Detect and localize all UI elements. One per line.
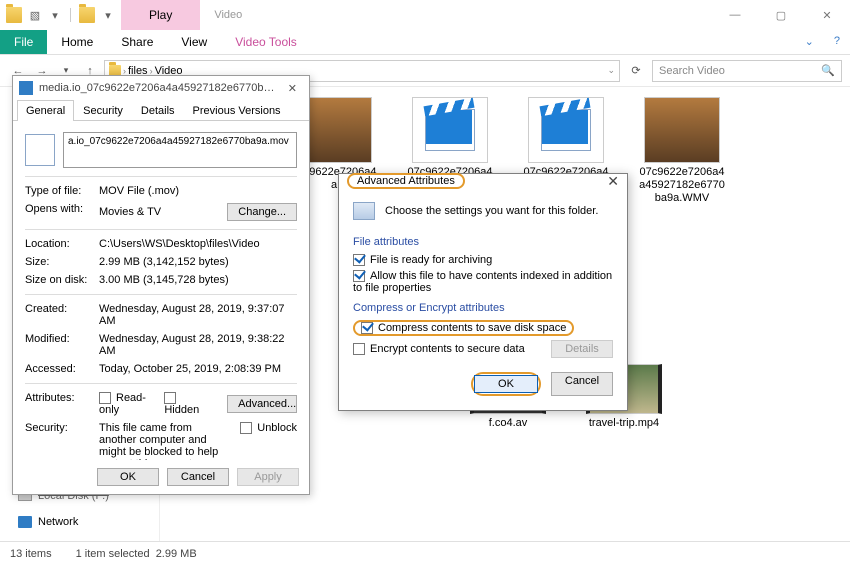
filetype-icon	[25, 134, 55, 166]
apply-button[interactable]: Apply	[237, 468, 299, 486]
title-video-label: Video	[200, 0, 256, 30]
sizeondisk-label: Size on disk:	[25, 274, 99, 286]
close-button[interactable]: ✕	[282, 82, 303, 95]
compress-checkbox[interactable]	[361, 322, 373, 334]
hidden-label: Hidden	[164, 404, 199, 416]
ribbon-view[interactable]: View	[167, 30, 221, 54]
window-titlebar: ▧ ▾ ▾ Play Video — ▢ ✕	[0, 0, 850, 30]
network-icon	[18, 516, 32, 528]
file-item[interactable]: 07c9622e7206a4a45927182e6770ba9a.WMV	[638, 97, 726, 206]
unblock-label: Unblock	[257, 422, 297, 434]
location-label: Location:	[25, 238, 99, 250]
ok-button[interactable]: OK	[474, 375, 538, 393]
opens-label: Opens with:	[25, 203, 99, 221]
search-icon: 🔍	[821, 64, 835, 77]
encrypt-checkbox[interactable]	[353, 343, 365, 355]
folder-settings-icon	[353, 202, 375, 220]
file-attributes-group: File attributes	[353, 236, 613, 248]
file-icon	[19, 81, 33, 95]
status-size: 2.99 MB	[156, 548, 197, 560]
security-label: Security:	[25, 422, 99, 460]
tab-details[interactable]: Details	[132, 100, 184, 121]
accessed-value: Today, October 25, 2019, 2:08:39 PM	[99, 363, 297, 375]
advanced-attributes-dialog: Advanced Attributes ✕ Choose the setting…	[338, 173, 628, 411]
readonly-checkbox[interactable]	[99, 392, 111, 404]
archive-checkbox[interactable]	[353, 254, 365, 266]
filename-field[interactable]: a.io_07c9622e7206a4a45927182e6770ba9a.mo…	[63, 132, 297, 168]
ribbon-video-tools[interactable]: Video Tools	[221, 30, 311, 54]
properties-tabs: General Security Details Previous Versio…	[13, 100, 309, 121]
advanced-button[interactable]: Advanced...	[227, 395, 297, 413]
help-icon[interactable]: ?	[824, 30, 850, 54]
folder-icon	[6, 7, 22, 23]
close-button[interactable]: ✕	[804, 0, 850, 30]
encrypt-label: Encrypt contents to secure data	[370, 343, 525, 355]
type-value: MOV File (.mov)	[99, 185, 297, 197]
modified-value: Wednesday, August 28, 2019, 9:38:22 AM	[99, 333, 297, 357]
tab-security[interactable]: Security	[74, 100, 132, 121]
ribbon-expand-icon[interactable]: ⌄	[795, 30, 824, 54]
divider	[70, 8, 71, 22]
search-placeholder: Search Video	[659, 65, 725, 77]
accessed-label: Accessed:	[25, 363, 99, 375]
cancel-button[interactable]: Cancel	[167, 468, 229, 486]
ribbon: File Home Share View Video Tools ⌄ ?	[0, 30, 850, 55]
ok-button[interactable]: OK	[97, 468, 159, 486]
crumb-dropdown-icon[interactable]: ⌄	[607, 65, 615, 76]
size-label: Size:	[25, 256, 99, 268]
archive-label: File is ready for archiving	[370, 254, 492, 266]
wmv-icon	[425, 109, 475, 151]
minimize-button[interactable]: —	[712, 0, 758, 30]
index-label: Allow this file to have contents indexed…	[353, 270, 612, 294]
opens-value: Movies & TV	[99, 206, 161, 218]
dialog-title: Advanced Attributes	[347, 173, 465, 189]
video-thumbnail	[644, 97, 720, 163]
created-label: Created:	[25, 303, 99, 327]
modified-label: Modified:	[25, 333, 99, 357]
file-name: 07c9622e7206a4a45927182e6770ba9a.WMV	[638, 166, 726, 206]
ribbon-share[interactable]: Share	[107, 30, 167, 54]
ribbon-home[interactable]: Home	[47, 30, 107, 54]
sidebar-item-network[interactable]: Network	[0, 513, 159, 531]
contextual-tab-play[interactable]: Play	[121, 0, 200, 30]
file-name: f.co4.av	[489, 417, 528, 430]
properties-qat-icon[interactable]: ▧	[28, 8, 42, 22]
location-value: C:\Users\WS\Desktop\files\Video	[99, 238, 297, 250]
index-checkbox[interactable]	[353, 270, 365, 282]
status-selected: 1 item selected	[76, 548, 150, 560]
tab-general[interactable]: General	[17, 100, 74, 121]
created-value: Wednesday, August 28, 2019, 9:37:07 AM	[99, 303, 297, 327]
details-button: Details	[551, 340, 613, 358]
status-bar: 13 items 1 item selected 2.99 MB	[0, 541, 850, 565]
maximize-button[interactable]: ▢	[758, 0, 804, 30]
tab-previous-versions[interactable]: Previous Versions	[184, 100, 290, 121]
search-input[interactable]: Search Video 🔍	[652, 60, 842, 82]
properties-dialog: media.io_07c9622e7206a4a45927182e6770ba9…	[12, 75, 310, 495]
file-name: travel-trip.mp4	[589, 417, 659, 430]
hidden-checkbox[interactable]	[164, 392, 176, 404]
sizeondisk-value: 3.00 MB (3,145,728 bytes)	[99, 274, 297, 286]
dialog-title: media.io_07c9622e7206a4a45927182e6770ba9…	[39, 82, 276, 94]
chevron-right-icon[interactable]: ›	[150, 66, 153, 76]
ribbon-file[interactable]: File	[0, 30, 47, 54]
change-button[interactable]: Change...	[227, 203, 297, 221]
sidebar-label: Network	[38, 516, 78, 528]
wmv-icon	[541, 109, 591, 151]
advanced-desc: Choose the settings you want for this fo…	[385, 205, 598, 217]
compress-encrypt-group: Compress or Encrypt attributes	[353, 302, 613, 314]
attributes-label: Attributes:	[25, 392, 99, 416]
compress-label: Compress contents to save disk space	[378, 322, 566, 334]
refresh-button[interactable]: ⟳	[624, 64, 648, 77]
status-item-count: 13 items	[10, 548, 52, 560]
close-button[interactable]: ✕	[607, 173, 619, 190]
unblock-checkbox[interactable]	[240, 422, 252, 434]
type-label: Type of file:	[25, 185, 99, 197]
new-folder-qat-icon[interactable]: ▾	[48, 8, 62, 22]
cancel-button[interactable]: Cancel	[551, 372, 613, 396]
security-text: This file came from another computer and…	[99, 422, 232, 460]
chevron-right-icon[interactable]: ›	[123, 66, 126, 76]
qat-dropdown-icon[interactable]: ▾	[101, 8, 115, 22]
size-value: 2.99 MB (3,142,152 bytes)	[99, 256, 297, 268]
folder-icon	[79, 7, 95, 23]
